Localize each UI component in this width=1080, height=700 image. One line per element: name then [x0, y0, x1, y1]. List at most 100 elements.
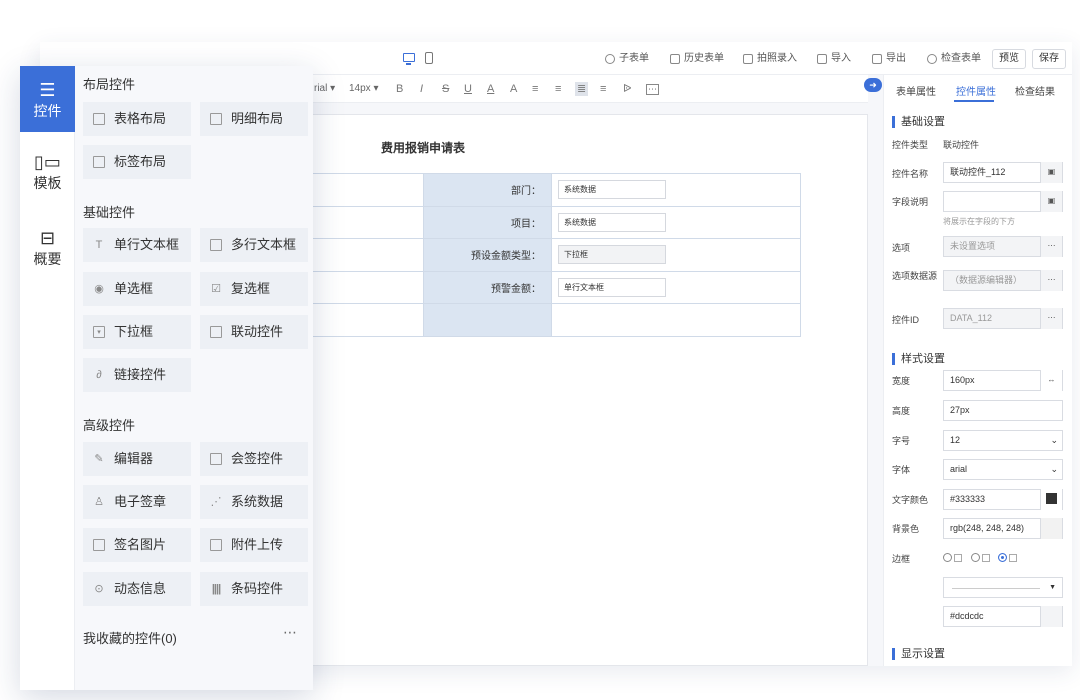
subform-button[interactable]: 子表单 [605, 50, 649, 67]
border-color-field[interactable]: #dcdcdc [943, 606, 1063, 627]
desktop-view-icon[interactable] [403, 53, 415, 65]
control-linkage[interactable]: 联动控件 [200, 315, 308, 349]
align-left-icon[interactable]: ≡ [532, 82, 538, 96]
mobile-view-icon[interactable] [425, 52, 433, 64]
tab-control-props[interactable]: 控件属性 [956, 83, 996, 98]
options-field[interactable]: 未设置选项 ⋯ [943, 236, 1063, 257]
photo-entry-button[interactable]: 拍照录入 [743, 50, 797, 67]
image-icon [93, 539, 105, 551]
control-system-data[interactable]: ⋰ 系统数据 [200, 485, 308, 519]
control-id-field[interactable]: DATA_112 ⋯ [943, 308, 1063, 329]
control-detail-layout[interactable]: 明细布局 [200, 102, 308, 136]
control-table-layout[interactable]: 表格布局 [83, 102, 191, 136]
name-icon[interactable]: ▣ [1040, 162, 1062, 183]
height-field[interactable]: 27px [943, 400, 1063, 421]
control-checkbox[interactable]: ☑ 复选框 [200, 272, 308, 306]
control-attachment[interactable]: 附件上传 [200, 528, 308, 562]
border-none-icon [954, 553, 962, 562]
radio-all[interactable] [998, 553, 1008, 563]
paint-icon[interactable]: ᐉ [623, 82, 631, 96]
row-label: 预警金额： [423, 270, 552, 304]
import-button[interactable]: 导入 [817, 50, 851, 67]
align-justify-icon[interactable]: ≣ [575, 82, 589, 96]
row-field[interactable]: 下拉框 [558, 245, 666, 265]
font-size-select[interactable]: 12 ⌄ [943, 430, 1063, 451]
row-field[interactable]: 系统数据 [558, 180, 666, 200]
control-editor[interactable]: ✎ 编辑器 [83, 442, 191, 476]
type-value: 联动控件 [943, 140, 980, 150]
bold-button[interactable]: B [396, 82, 403, 96]
strike-button[interactable]: S [442, 82, 449, 96]
control-countersign[interactable]: 会签控件 [200, 442, 308, 476]
rail-item-templates[interactable]: ▯▭ 模板 [20, 142, 75, 208]
border-label: 边框 [892, 554, 911, 564]
check-form-button[interactable]: 检查表单 [927, 50, 981, 67]
row-field[interactable]: 单行文本框 [558, 277, 666, 297]
basic-settings-title: 基础设置 [892, 116, 945, 128]
more-icon[interactable]: ⋯ [283, 624, 297, 641]
width-field[interactable]: 160px ↔ [943, 370, 1063, 391]
save-button[interactable]: 保存 [1032, 49, 1066, 69]
more-icon[interactable]: ⋯ [1040, 270, 1062, 291]
align-right-icon[interactable]: ≡ [555, 82, 561, 96]
control-radio[interactable]: ◉ 单选框 [83, 272, 191, 306]
font-family-select[interactable]: arial ⌄ [943, 459, 1063, 480]
control-e-seal[interactable]: ♙ 电子签章 [83, 485, 191, 519]
color-swatch[interactable] [1040, 606, 1062, 627]
control-signature-image[interactable]: 签名图片 [83, 528, 191, 562]
row-field[interactable]: 系统数据 [558, 212, 666, 232]
control-barcode[interactable]: |||| 条码控件 [200, 572, 308, 606]
left-rail: ☰ 控件 ▯▭ 模板 ⊟ 概要 [20, 66, 75, 690]
upload-icon [210, 539, 222, 551]
radio-outer[interactable] [970, 553, 980, 563]
control-single-line[interactable]: T 单行文本框 [83, 228, 191, 262]
control-link[interactable]: ∂ 链接控件 [83, 358, 191, 392]
color-swatch[interactable] [1040, 489, 1062, 510]
border-style-radios[interactable] [943, 552, 1023, 563]
border-all-icon [1009, 553, 1018, 562]
rail-item-outline[interactable]: ⊟ 概要 [20, 218, 75, 284]
align-center-icon[interactable]: ≡ [600, 82, 606, 96]
font-color-button[interactable]: A [487, 82, 494, 96]
seal-icon: ♙ [94, 496, 104, 508]
barcode-icon: |||| [211, 583, 221, 595]
row-label [423, 303, 552, 337]
preview-button[interactable]: 预览 [992, 49, 1026, 69]
rail-item-controls[interactable]: ☰ 控件 [20, 66, 75, 132]
radio-none[interactable] [943, 553, 952, 563]
export-icon [872, 53, 882, 64]
data-source-field[interactable]: （数据源编辑器） ⋯ [943, 270, 1063, 291]
collapse-arrow-icon[interactable]: ➜ [864, 78, 882, 92]
desc-icon[interactable]: ▣ [1040, 191, 1062, 212]
row-label: 预设金额类型： [423, 238, 552, 272]
italic-button[interactable]: I [420, 82, 423, 96]
height-label: 高度 [892, 406, 911, 416]
border-line-select[interactable]: ▼ [943, 577, 1063, 598]
control-tab-layout[interactable]: 标签布局 [83, 145, 191, 179]
table-icon [93, 113, 105, 125]
field-desc-field[interactable]: ▣ [943, 191, 1063, 212]
color-swatch[interactable] [1040, 518, 1062, 539]
resize-icon[interactable]: ↔ [1040, 370, 1062, 391]
control-multi-line[interactable]: 多行文本框 [200, 228, 308, 262]
bg-color-field[interactable]: rgb(248, 248, 248) [943, 518, 1063, 539]
bg-color-button[interactable]: A [510, 82, 517, 96]
layout-controls-title: 布局控件 [83, 77, 136, 92]
text-color-field[interactable]: #333333 [943, 489, 1063, 510]
control-dynamic-info[interactable]: ⊙ 动态信息 [83, 572, 191, 606]
more-icon[interactable]: ⋯ [1040, 308, 1062, 329]
underline-button[interactable]: U [464, 82, 472, 96]
export-button[interactable]: 导出 [872, 50, 906, 67]
more-icon[interactable]: ⋯ [1040, 236, 1062, 257]
dropdown-icon: ▾ [93, 326, 105, 338]
font-size-select[interactable]: 14px ▾ [349, 82, 379, 96]
row-label: 部门： [423, 173, 552, 207]
control-dropdown[interactable]: ▾ 下拉框 [83, 315, 191, 349]
tab-check-results[interactable]: 检查结果 [1015, 83, 1055, 98]
tab-form-props[interactable]: 表单属性 [896, 83, 936, 98]
code-icon[interactable]: ⋯ [646, 84, 659, 95]
history-form-button[interactable]: 历史表单 [670, 50, 724, 67]
font-family-select[interactable]: rial ▾ [314, 82, 335, 96]
control-name-field[interactable]: 联动控件_112 ▣ [943, 162, 1063, 183]
form-title: 费用报销申请表 [381, 141, 466, 155]
